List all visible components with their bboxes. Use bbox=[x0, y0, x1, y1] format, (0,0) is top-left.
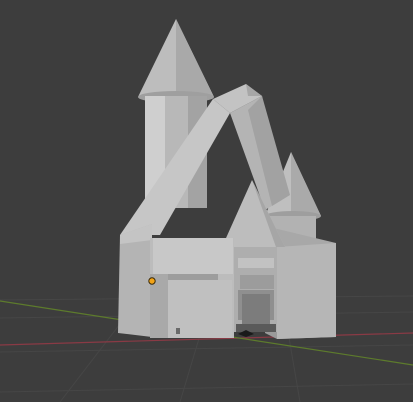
3d-viewport[interactable] bbox=[0, 0, 413, 402]
viewport-canvas[interactable] bbox=[0, 0, 413, 402]
object-origin-icon[interactable] bbox=[148, 277, 156, 285]
doorway[interactable] bbox=[242, 294, 270, 324]
castle-mesh[interactable] bbox=[118, 19, 336, 339]
